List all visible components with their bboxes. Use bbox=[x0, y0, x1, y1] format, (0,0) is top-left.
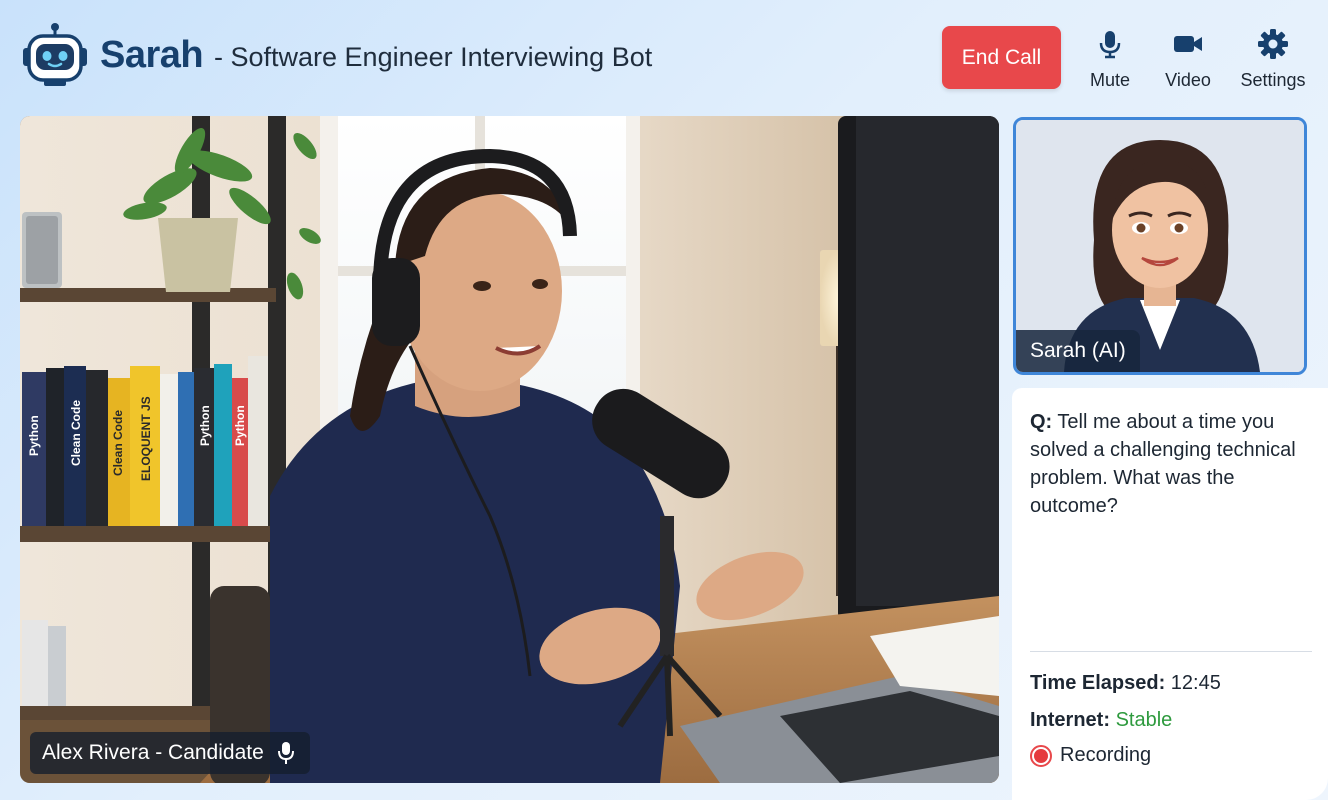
time-elapsed-value: 12:45 bbox=[1170, 672, 1221, 694]
candidate-video-feed[interactable]: Python Clean Code Clean Code ELOQUENT JS… bbox=[20, 116, 999, 783]
candidate-name-tag: Alex Rivera - Candidate bbox=[30, 732, 310, 774]
recording-indicator-icon bbox=[1030, 744, 1052, 767]
candidate-video-image: Python Clean Code Clean Code ELOQUENT JS… bbox=[20, 116, 999, 783]
internet-label: Internet: bbox=[1030, 709, 1110, 731]
book-spine-title: Python bbox=[27, 415, 41, 456]
book-spine-title: Clean Code bbox=[111, 410, 125, 476]
internet-status: Internet: Stable bbox=[1030, 709, 1172, 732]
settings-button[interactable]: Settings bbox=[1232, 28, 1314, 94]
ai-name-tag: Sarah (AI) bbox=[1016, 330, 1140, 372]
internet-value: Stable bbox=[1115, 709, 1173, 731]
end-call-button[interactable]: End Call bbox=[942, 26, 1061, 89]
recording-label: Recording bbox=[1060, 744, 1152, 766]
video-label: Video bbox=[1165, 70, 1211, 90]
book-spine-title: Python bbox=[198, 405, 212, 446]
microphone-icon bbox=[1099, 31, 1121, 59]
divider bbox=[1030, 651, 1312, 652]
candidate-name: Alex Rivera - Candidate bbox=[42, 741, 264, 764]
mute-label: Mute bbox=[1089, 70, 1131, 90]
question-text: Tell me about a time you solved a challe… bbox=[1030, 411, 1296, 517]
recording-status: Recording bbox=[1030, 744, 1151, 767]
settings-label: Settings bbox=[1240, 70, 1306, 90]
question-prefix: Q: bbox=[1030, 411, 1053, 433]
video-camera-icon bbox=[1174, 36, 1202, 52]
time-elapsed: Time Elapsed: 12:45 bbox=[1030, 672, 1221, 695]
bot-name: Sarah bbox=[100, 34, 204, 76]
gear-icon bbox=[1258, 29, 1288, 59]
video-interview-app: Sarah - Software Engineer Interviewing B… bbox=[0, 0, 1328, 800]
ai-interviewer-video[interactable]: Sarah (AI) bbox=[1013, 117, 1307, 375]
video-button[interactable]: Video bbox=[1156, 28, 1220, 94]
time-elapsed-label: Time Elapsed: bbox=[1030, 672, 1166, 694]
robot-icon bbox=[23, 23, 87, 86]
book-spine-title: Clean Code bbox=[69, 400, 83, 466]
current-question: Q: Tell me about a time you solved a cha… bbox=[1030, 408, 1318, 520]
interview-info-panel: Q: Tell me about a time you solved a cha… bbox=[1012, 388, 1328, 800]
header: Sarah - Software Engineer Interviewing B… bbox=[0, 0, 1328, 112]
mute-button[interactable]: Mute bbox=[1078, 28, 1142, 94]
microphone-icon bbox=[277, 742, 294, 764]
book-spine-title: ELOQUENT JS bbox=[139, 396, 153, 481]
bot-subtitle: - Software Engineer Interviewing Bot bbox=[214, 42, 653, 72]
book-spine-title: Python bbox=[233, 405, 247, 446]
